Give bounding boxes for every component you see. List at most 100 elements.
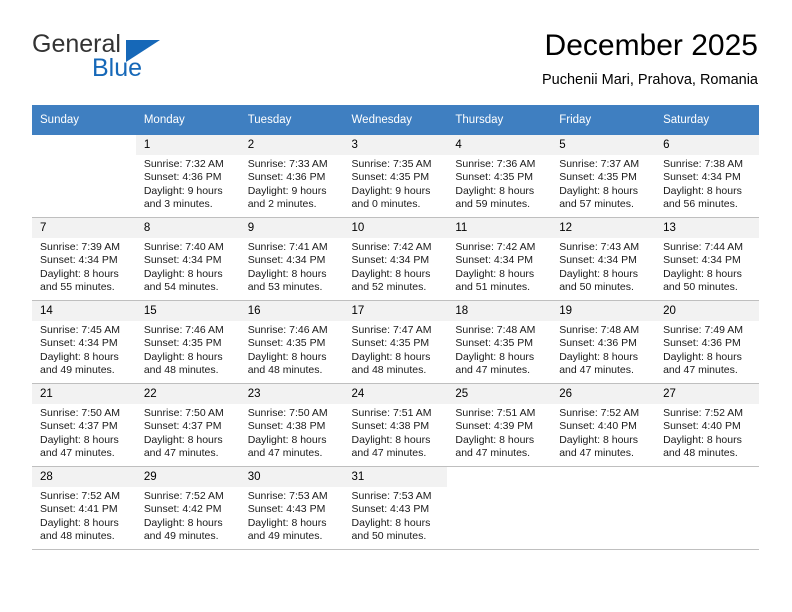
daylight-text-line1: Daylight: 8 hours bbox=[663, 184, 742, 197]
day-cell[interactable]: 7 Sunrise: 7:39 AM Sunset: 4:34 PM Daylight… bbox=[32, 217, 136, 301]
day-details: Sunrise: 7:50 AM Sunset: 4:37 PM Daylight:… bbox=[136, 404, 240, 461]
daylight-text-line1: Daylight: 8 hours bbox=[247, 267, 327, 280]
calendar-week-row: 14 Sunrise: 7:45 AM Sunset: 4:34 PM Dayligh… bbox=[32, 300, 759, 384]
day-details: Sunrise: 7:48 AM Sunset: 4:35 PM Daylight:… bbox=[447, 321, 551, 378]
day-number: 31 bbox=[343, 467, 448, 487]
day-details: Sunrise: 7:41 AM Sunset: 4:34 PM Daylight:… bbox=[240, 238, 344, 295]
sunrise-text: Sunrise: 7:48 AM bbox=[559, 324, 640, 336]
day-details: Sunrise: 7:42 AM Sunset: 4:34 PM Daylight:… bbox=[447, 238, 551, 295]
day-cell[interactable]: 4 Sunrise: 7:36 AM Sunset: 4:35 PM Daylight… bbox=[447, 135, 552, 218]
sunrise-text: Sunrise: 7:53 AM bbox=[351, 490, 432, 502]
day-cell[interactable]: 5 Sunrise: 7:37 AM Sunset: 4:35 PM Daylight… bbox=[551, 135, 656, 218]
weekday-header-sunday: Sunday bbox=[32, 105, 136, 135]
sunset-text: Sunset: 4:36 PM bbox=[247, 171, 326, 184]
daylight-text-line1: Daylight: 8 hours bbox=[559, 350, 639, 363]
day-cell[interactable]: 23 Sunrise: 7:50 AM Sunset: 4:38 PM Dayligh… bbox=[239, 383, 344, 467]
daylight-text-line1: Daylight: 8 hours bbox=[351, 267, 431, 280]
day-cell[interactable]: 13 Sunrise: 7:44 AM Sunset: 4:34 PM Dayligh… bbox=[655, 217, 759, 301]
day-cell[interactable]: 18 Sunrise: 7:48 AM Sunset: 4:35 PM Dayligh… bbox=[447, 300, 552, 384]
daylight-text-line1: Daylight: 8 hours bbox=[40, 267, 119, 280]
day-number: 8 bbox=[135, 218, 240, 238]
daylight-text-line1: Daylight: 8 hours bbox=[663, 267, 742, 280]
daylight-text-line2: and 47 minutes. bbox=[40, 447, 115, 460]
sunset-text: Sunset: 4:36 PM bbox=[143, 171, 222, 184]
sunrise-text: Sunrise: 7:42 AM bbox=[351, 241, 432, 253]
daylight-text-line2: and 50 minutes. bbox=[559, 281, 634, 294]
daylight-text-line2: and 47 minutes. bbox=[351, 447, 427, 460]
day-cell[interactable] bbox=[551, 466, 656, 550]
day-number: 21 bbox=[32, 384, 136, 404]
day-cell[interactable]: 1 Sunrise: 7:32 AM Sunset: 4:36 PM Daylight… bbox=[135, 135, 240, 218]
day-cell[interactable] bbox=[32, 135, 136, 218]
day-cell[interactable]: 24 Sunrise: 7:51 AM Sunset: 4:38 PM Dayligh… bbox=[343, 383, 448, 467]
daylight-text-line2: and 48 minutes. bbox=[143, 364, 219, 377]
daylight-text-line1: Daylight: 8 hours bbox=[351, 516, 431, 529]
day-cell[interactable]: 20 Sunrise: 7:49 AM Sunset: 4:36 PM Dayligh… bbox=[655, 300, 759, 384]
day-cell[interactable] bbox=[447, 466, 552, 550]
day-details: Sunrise: 7:42 AM Sunset: 4:34 PM Daylight:… bbox=[344, 238, 448, 295]
sunrise-text: Sunrise: 7:35 AM bbox=[351, 158, 432, 170]
day-cell[interactable]: 10 Sunrise: 7:42 AM Sunset: 4:34 PM Dayligh… bbox=[343, 217, 448, 301]
day-cell[interactable]: 22 Sunrise: 7:50 AM Sunset: 4:37 PM Dayligh… bbox=[135, 383, 240, 467]
sunrise-text: Sunrise: 7:44 AM bbox=[663, 241, 744, 253]
weekday-header-thursday: Thursday bbox=[447, 105, 552, 135]
daylight-text-line1: Daylight: 8 hours bbox=[455, 350, 535, 363]
sunrise-text: Sunrise: 7:43 AM bbox=[559, 241, 640, 253]
day-cell[interactable]: 26 Sunrise: 7:52 AM Sunset: 4:40 PM Dayligh… bbox=[551, 383, 656, 467]
day-cell[interactable]: 16 Sunrise: 7:46 AM Sunset: 4:35 PM Dayligh… bbox=[239, 300, 344, 384]
weekday-header-monday: Monday bbox=[135, 105, 240, 135]
day-cell[interactable]: 3 Sunrise: 7:35 AM Sunset: 4:35 PM Daylight… bbox=[343, 135, 448, 218]
day-details: Sunrise: 7:48 AM Sunset: 4:36 PM Daylight:… bbox=[551, 321, 655, 378]
day-cell[interactable]: 8 Sunrise: 7:40 AM Sunset: 4:34 PM Daylight… bbox=[135, 217, 240, 301]
day-number: 5 bbox=[551, 135, 656, 155]
day-cell[interactable]: 9 Sunrise: 7:41 AM Sunset: 4:34 PM Daylight… bbox=[239, 217, 344, 301]
sunrise-text: Sunrise: 7:51 AM bbox=[351, 407, 432, 419]
calendar-week-row: 1 Sunrise: 7:32 AM Sunset: 4:36 PM Daylight… bbox=[32, 135, 759, 218]
daylight-text-line1: Daylight: 8 hours bbox=[247, 350, 327, 363]
general-blue-logo[interactable]: General Blue bbox=[32, 30, 262, 90]
day-number: 25 bbox=[447, 384, 552, 404]
day-cell[interactable]: 2 Sunrise: 7:33 AM Sunset: 4:36 PM Daylight… bbox=[239, 135, 344, 218]
daylight-text-line1: Daylight: 8 hours bbox=[559, 433, 639, 446]
day-details: Sunrise: 7:44 AM Sunset: 4:34 PM Daylight:… bbox=[655, 238, 759, 295]
sunrise-text: Sunrise: 7:38 AM bbox=[663, 158, 744, 170]
sunrise-text: Sunrise: 7:52 AM bbox=[143, 490, 224, 502]
day-cell[interactable]: 31 Sunrise: 7:53 AM Sunset: 4:43 PM Dayligh… bbox=[343, 466, 448, 550]
day-number: 3 bbox=[343, 135, 448, 155]
day-cell[interactable]: 25 Sunrise: 7:51 AM Sunset: 4:39 PM Dayligh… bbox=[447, 383, 552, 467]
sunrise-text: Sunrise: 7:52 AM bbox=[40, 490, 120, 502]
sunset-text: Sunset: 4:34 PM bbox=[455, 254, 534, 267]
day-details: Sunrise: 7:40 AM Sunset: 4:34 PM Daylight:… bbox=[136, 238, 240, 295]
day-cell[interactable]: 6 Sunrise: 7:38 AM Sunset: 4:34 PM Daylight… bbox=[655, 135, 759, 218]
day-cell[interactable]: 21 Sunrise: 7:50 AM Sunset: 4:37 PM Dayligh… bbox=[32, 383, 136, 467]
daylight-text-line2: and 50 minutes. bbox=[351, 530, 427, 543]
day-details: Sunrise: 7:45 AM Sunset: 4:34 PM Daylight:… bbox=[32, 321, 136, 378]
day-number bbox=[551, 467, 656, 487]
day-cell[interactable]: 30 Sunrise: 7:53 AM Sunset: 4:43 PM Dayligh… bbox=[239, 466, 344, 550]
daylight-text-line1: Daylight: 8 hours bbox=[40, 433, 119, 446]
daylight-text-line2: and 47 minutes. bbox=[559, 364, 634, 377]
daylight-text-line1: Daylight: 9 hours bbox=[351, 184, 431, 197]
calendar-week-row: 21 Sunrise: 7:50 AM Sunset: 4:37 PM Dayligh… bbox=[32, 383, 759, 467]
day-details: Sunrise: 7:36 AM Sunset: 4:35 PM Daylight:… bbox=[447, 155, 551, 212]
sunset-text: Sunset: 4:34 PM bbox=[247, 254, 326, 267]
day-cell[interactable]: 14 Sunrise: 7:45 AM Sunset: 4:34 PM Dayligh… bbox=[32, 300, 136, 384]
sunset-text: Sunset: 4:35 PM bbox=[455, 171, 534, 184]
day-details: Sunrise: 7:51 AM Sunset: 4:39 PM Daylight:… bbox=[447, 404, 551, 461]
day-cell[interactable]: 15 Sunrise: 7:46 AM Sunset: 4:35 PM Dayligh… bbox=[135, 300, 240, 384]
day-cell[interactable]: 11 Sunrise: 7:42 AM Sunset: 4:34 PM Dayligh… bbox=[447, 217, 552, 301]
calendar-table: Sunday Monday Tuesday Wednesday Thursday… bbox=[32, 105, 759, 550]
day-cell[interactable]: 28 Sunrise: 7:52 AM Sunset: 4:41 PM Dayligh… bbox=[32, 466, 136, 550]
day-cell[interactable] bbox=[655, 466, 759, 550]
day-number: 7 bbox=[32, 218, 136, 238]
day-cell[interactable]: 17 Sunrise: 7:47 AM Sunset: 4:35 PM Dayligh… bbox=[343, 300, 448, 384]
day-number: 4 bbox=[447, 135, 552, 155]
day-cell[interactable]: 27 Sunrise: 7:52 AM Sunset: 4:40 PM Dayligh… bbox=[655, 383, 759, 467]
day-number: 13 bbox=[655, 218, 759, 238]
daylight-text-line2: and 47 minutes. bbox=[559, 447, 634, 460]
sunrise-text: Sunrise: 7:47 AM bbox=[351, 324, 432, 336]
day-cell[interactable]: 12 Sunrise: 7:43 AM Sunset: 4:34 PM Dayligh… bbox=[551, 217, 656, 301]
day-cell[interactable]: 19 Sunrise: 7:48 AM Sunset: 4:36 PM Dayligh… bbox=[551, 300, 656, 384]
day-number: 12 bbox=[551, 218, 656, 238]
day-cell[interactable]: 29 Sunrise: 7:52 AM Sunset: 4:42 PM Dayligh… bbox=[135, 466, 240, 550]
